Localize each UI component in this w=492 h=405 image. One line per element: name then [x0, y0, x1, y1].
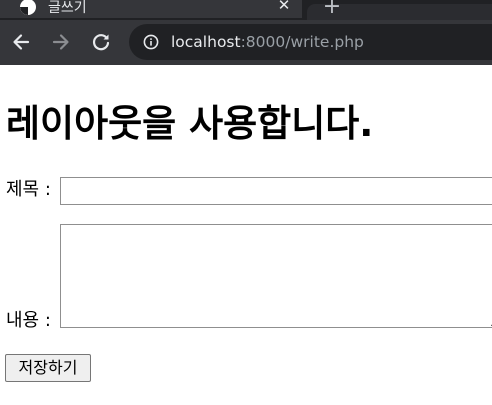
- forward-button[interactable]: [50, 31, 72, 53]
- reload-button[interactable]: [90, 31, 112, 53]
- back-button[interactable]: [10, 31, 32, 53]
- arrow-left-icon: [13, 34, 30, 50]
- url-path: :8000/write.php: [240, 33, 364, 51]
- arrow-right-icon: [52, 34, 69, 50]
- browser-toolbar: localhost:8000/write.php: [0, 20, 492, 65]
- title-input[interactable]: [60, 177, 492, 205]
- tab-title: 글쓰기: [48, 0, 87, 16]
- url-host: localhost: [171, 33, 241, 51]
- url-text[interactable]: localhost:8000/write.php: [171, 33, 364, 51]
- tab-close-icon[interactable]: ✕: [276, 0, 292, 13]
- new-tab-icon[interactable]: +: [322, 0, 342, 18]
- address-bar[interactable]: localhost:8000/write.php: [129, 24, 492, 60]
- reload-icon: [92, 34, 110, 51]
- active-tab[interactable]: 글쓰기 ✕: [0, 0, 302, 18]
- info-icon[interactable]: [143, 34, 159, 50]
- tab-strip: 글쓰기 ✕ +: [0, 0, 492, 20]
- content-textarea[interactable]: [60, 224, 492, 328]
- title-label: 제목 :: [6, 179, 51, 200]
- page-title: 레이아웃을 사용합니다.: [6, 102, 374, 145]
- content-label: 내용 :: [6, 310, 51, 331]
- save-button[interactable]: 저장하기: [5, 354, 91, 382]
- favicon-icon: [20, 0, 36, 15]
- page-content: 레이아웃을 사용합니다. 제목 : 내용 : 저장하기: [0, 65, 492, 405]
